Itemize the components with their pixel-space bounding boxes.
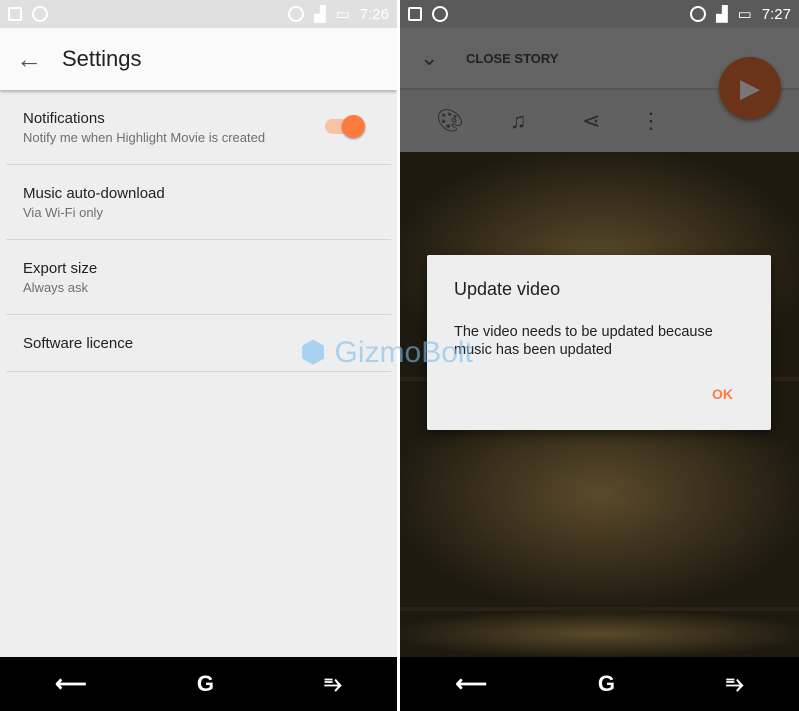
recents-nav-icon[interactable]: ⥱ bbox=[726, 671, 744, 697]
update-video-dialog: Update video The video needs to be updat… bbox=[427, 255, 771, 430]
close-story-button[interactable]: CLOSE STORY bbox=[466, 51, 558, 66]
more-vert-icon[interactable]: ⋮ bbox=[640, 108, 662, 134]
image-icon bbox=[8, 7, 22, 21]
status-time: 7:26 bbox=[359, 5, 389, 23]
music-note-icon[interactable]: ♫ bbox=[510, 108, 527, 134]
dialog-message: The video needs to be updated because mu… bbox=[454, 324, 713, 358]
home-logo-icon[interactable]: G bbox=[598, 671, 615, 697]
chevron-down-icon[interactable]: ⌄ bbox=[420, 45, 466, 71]
back-nav-icon[interactable]: ⟵ bbox=[455, 671, 487, 697]
setting-subtitle: Always ask bbox=[23, 280, 89, 295]
image-icon bbox=[408, 7, 422, 21]
recents-nav-icon[interactable]: ⥱ bbox=[324, 671, 342, 697]
arrow-left-icon[interactable]: ← bbox=[16, 44, 62, 75]
play-button[interactable]: ▶ bbox=[719, 57, 781, 119]
status-bar: ▟ ▭ 7:27 bbox=[400, 0, 799, 28]
watermark-logo: ⬢ GizmoBolt bbox=[300, 336, 473, 369]
app-bar: ← Settings bbox=[0, 28, 397, 90]
setting-subtitle: Via Wi-Fi only bbox=[23, 205, 103, 220]
setting-export-size[interactable]: Export size Always ask bbox=[6, 240, 391, 315]
do-not-disturb-icon bbox=[690, 6, 707, 22]
sync-disabled-icon bbox=[432, 6, 448, 22]
battery-icon: ▭ bbox=[335, 6, 350, 23]
home-logo-icon[interactable]: G bbox=[197, 671, 214, 697]
do-not-disturb-icon bbox=[288, 6, 305, 22]
sync-disabled-icon bbox=[32, 6, 48, 22]
share-icon[interactable]: ⋖ bbox=[582, 108, 600, 134]
setting-title: Export size bbox=[23, 260, 98, 277]
setting-title: Music auto-download bbox=[23, 185, 165, 202]
nav-bar: ⟵ G ⥱ bbox=[400, 657, 799, 711]
page-title: Settings bbox=[62, 46, 142, 71]
story-photo[interactable] bbox=[400, 611, 799, 657]
notifications-toggle[interactable] bbox=[325, 115, 365, 138]
setting-notifications[interactable]: Notifications Notify me when Highlight M… bbox=[6, 90, 391, 165]
status-bar: ▟ ▭ 7:26 bbox=[0, 0, 397, 28]
play-icon: ▶ bbox=[740, 72, 760, 103]
palette-icon[interactable]: 🎨︎ bbox=[436, 108, 464, 134]
setting-music-auto-download[interactable]: Music auto-download Via Wi-Fi only bbox=[6, 165, 391, 240]
battery-icon: ▭ bbox=[737, 6, 752, 23]
signal-icon: ▟ bbox=[716, 6, 728, 23]
back-nav-icon[interactable]: ⟵ bbox=[55, 671, 87, 697]
status-time: 7:27 bbox=[761, 5, 791, 23]
ok-button[interactable]: OK bbox=[712, 386, 733, 402]
nav-bar: ⟵ G ⥱ bbox=[0, 657, 397, 711]
signal-icon: ▟ bbox=[314, 6, 326, 23]
dialog-title: Update video bbox=[454, 279, 561, 299]
